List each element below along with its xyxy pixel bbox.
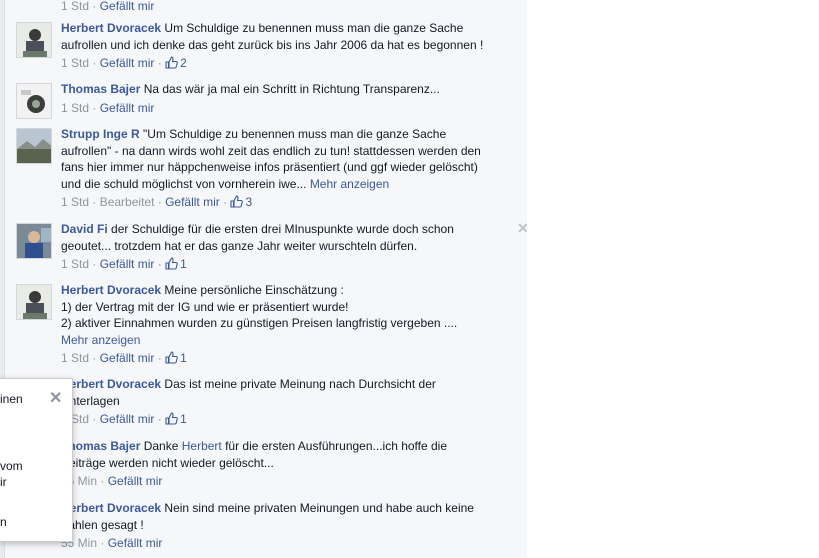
like-link[interactable]: Gefällt mir — [108, 536, 163, 550]
thumbs-up-icon — [230, 195, 244, 208]
popup-text: n — [0, 515, 7, 529]
comment-author[interactable]: Strupp Inge R — [61, 127, 140, 141]
like-count[interactable]: 2 — [165, 56, 187, 70]
comment-text: Meine persönliche Einschätzung : — [164, 283, 344, 297]
thumbs-up-icon — [165, 257, 178, 270]
comment-author[interactable]: Herbert Dvoracek — [61, 283, 161, 297]
thumbs-up-icon — [165, 56, 178, 69]
like-link[interactable]: Gefällt mir — [100, 412, 155, 426]
comment-text: Zahlen gesagt ! — [61, 517, 144, 532]
time-label: 1 Std — [61, 195, 90, 209]
comment-text: Nein sind meine privaten Meinungen und h… — [164, 501, 474, 515]
notification-popup: ✕ inen vom ir n — [0, 378, 73, 542]
popup-text: inen — [0, 392, 23, 406]
avatar[interactable] — [16, 128, 52, 164]
comment-text: aufrollen" - na dann wirds wohl zeit das… — [61, 143, 481, 158]
like-link[interactable]: Gefällt mir — [100, 0, 155, 13]
comment-text: für die ersten Ausführungen...ich hoffe … — [225, 439, 448, 453]
comment-author[interactable]: Herbert Dvoracek — [61, 21, 161, 35]
comment-text: Unterlagen — [61, 393, 120, 408]
like-count-value: 1 — [180, 257, 187, 271]
popup-text: ir — [0, 475, 7, 489]
popup-text: vom — [0, 459, 23, 473]
like-link[interactable]: Gefällt mir — [108, 474, 163, 488]
comment-text: fans hier immer nur häppchenweise infos … — [61, 160, 478, 174]
like-count[interactable]: 1 — [165, 412, 187, 426]
like-count-value: 1 — [180, 351, 187, 365]
comment-text: Beiträge werden nicht wieder gelöscht... — [61, 455, 274, 470]
comment-text: und die schuld möglichst von vornherein … — [61, 176, 307, 191]
like-count-value: 2 — [180, 56, 187, 70]
comment-text: 1) der Vertrag mit der IG und wie er prä… — [61, 299, 349, 314]
avatar[interactable] — [16, 284, 52, 320]
comment-feed: 1 Std · Gefällt mir Herbert Dvoracek Um … — [0, 0, 527, 558]
avatar[interactable] — [16, 22, 52, 58]
close-icon[interactable]: ✕ — [49, 388, 62, 408]
comment-text: Das ist meine private Meinung nach Durch… — [164, 377, 436, 391]
time-label: 1 Std — [61, 351, 90, 365]
comment-author[interactable]: Herbert Dvoracek — [61, 501, 161, 515]
like-count-value: 3 — [245, 195, 253, 209]
comment-author[interactable]: Herbert Dvoracek — [61, 377, 161, 391]
like-count[interactable]: 1 — [165, 257, 187, 271]
time-label: 1 Std — [61, 56, 90, 70]
comment-text: Na das wär ja mal ein Schritt in Richtun… — [143, 82, 440, 96]
comment-text: "Um Schuldige zu benennen muss man die g… — [143, 127, 447, 141]
like-link[interactable]: Gefällt mir — [165, 195, 220, 209]
hide-comment-icon[interactable]: ✕ — [517, 220, 527, 237]
edited-label[interactable]: Bearbeitet — [100, 195, 155, 209]
time-label: 1 Std — [61, 100, 90, 115]
comment-author[interactable]: David Fi — [61, 222, 108, 236]
comment-text: 2) aktiver Einnahmen wurden zu günstigen… — [61, 316, 458, 330]
time-label: 1 Std — [61, 0, 90, 13]
avatar[interactable] — [16, 223, 52, 259]
comment-text: der Schuldige für die ersten drei MInusp… — [111, 222, 454, 236]
avatar[interactable] — [16, 83, 52, 119]
like-link[interactable]: Gefällt mir — [100, 351, 155, 365]
like-count[interactable]: 3 — [230, 195, 252, 209]
mention-link[interactable]: Herbert — [182, 439, 222, 453]
like-count[interactable]: 1 — [165, 351, 187, 365]
like-link[interactable]: Gefällt mir — [100, 101, 155, 115]
comment-text: Danke — [143, 439, 179, 453]
comment-author[interactable]: Thomas Bajer — [61, 82, 140, 96]
thumbs-up-icon — [165, 412, 178, 425]
more-link[interactable]: Mehr anzeigen — [61, 333, 140, 347]
like-link[interactable]: Gefällt mir — [100, 56, 155, 70]
like-link[interactable]: Gefällt mir — [100, 257, 155, 271]
comment-text: Um Schuldige zu benennen muss man die ga… — [164, 21, 464, 35]
thumbs-up-icon — [165, 351, 178, 364]
time-label: 1 Std — [61, 257, 90, 271]
like-count-value: 1 — [180, 412, 187, 426]
more-link[interactable]: Mehr anzeigen — [310, 177, 389, 191]
comment-text: aufrollen und ich denke das geht zurück … — [61, 37, 484, 52]
comment-text: geoutet... trotzdem hat er das ganze Jah… — [61, 238, 418, 253]
